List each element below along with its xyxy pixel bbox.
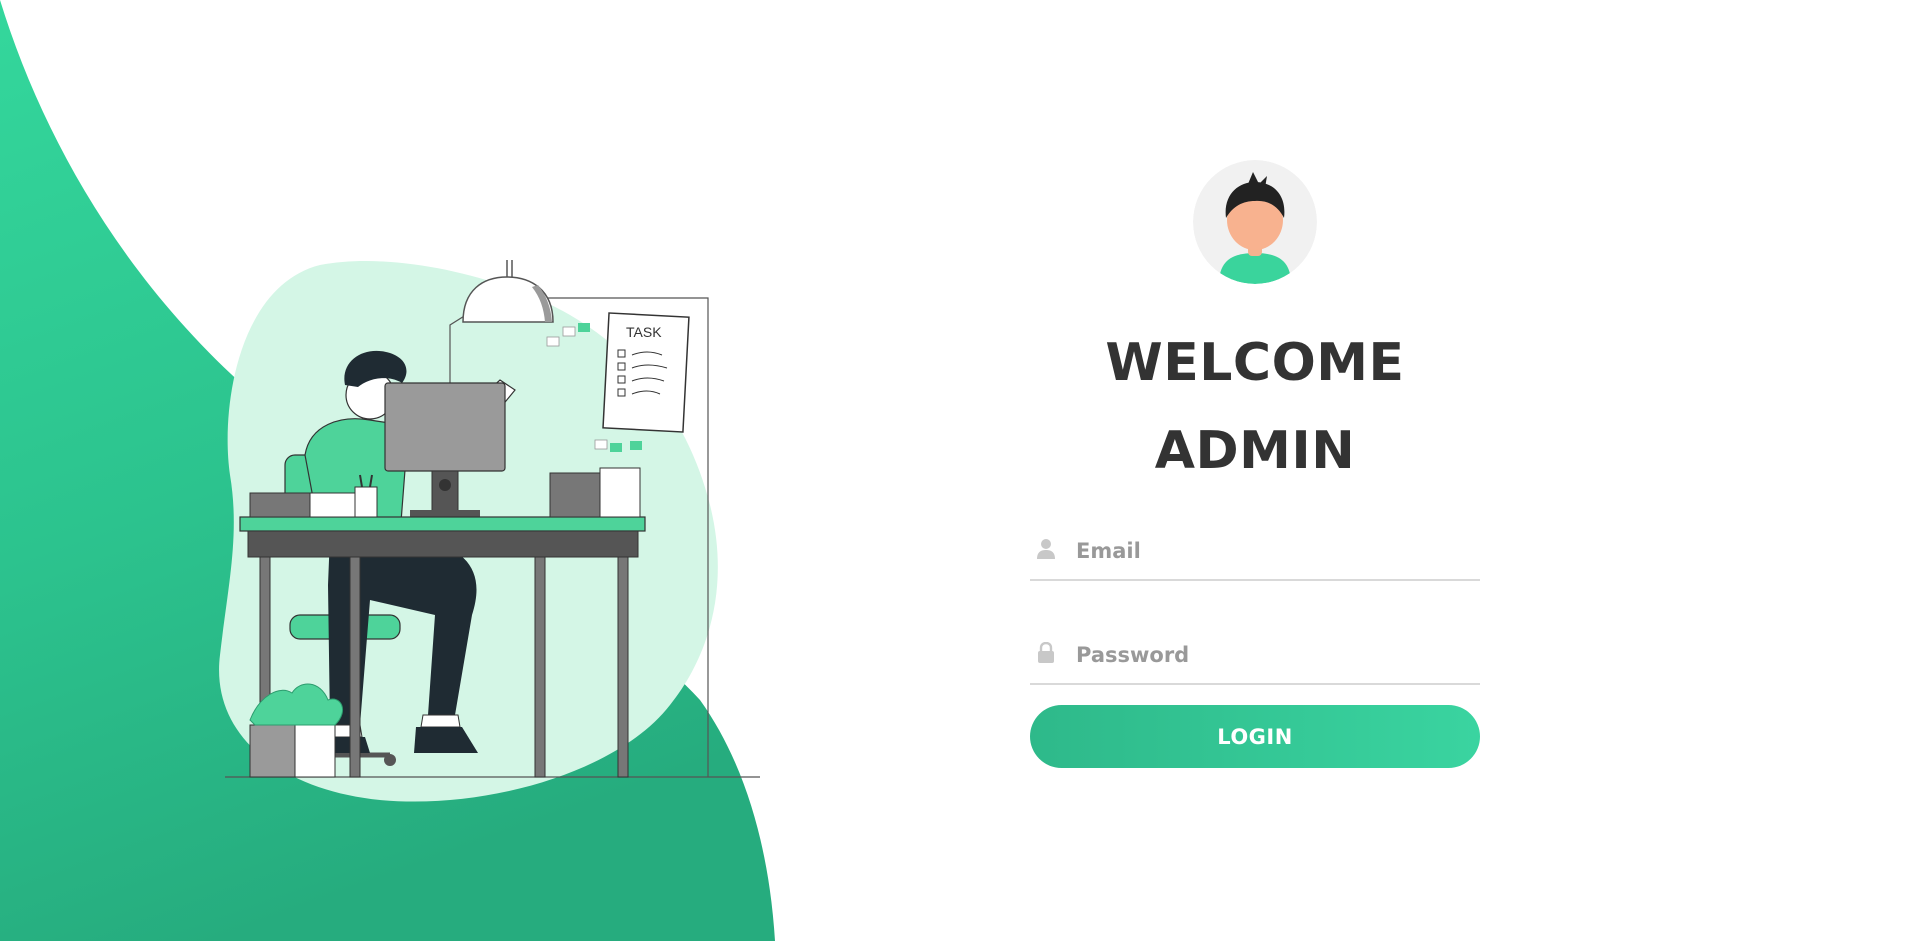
email-input[interactable]	[1074, 533, 1478, 569]
login-button[interactable]: LOGIN	[1030, 705, 1480, 768]
email-field-row	[1030, 529, 1480, 581]
password-input[interactable]	[1074, 637, 1478, 673]
person-at-desk-illustration: TASK	[219, 260, 760, 802]
user-avatar-icon	[1193, 160, 1317, 284]
task-board-title: TASK	[626, 324, 662, 340]
user-icon	[1037, 539, 1055, 559]
welcome-heading: WELCOME ADMIN	[1030, 319, 1480, 495]
login-page: TASK WELCOME ADMIN Email LOGIN	[0, 0, 1920, 941]
login-form: WELCOME ADMIN LOGIN	[1030, 160, 1480, 768]
welcome-line-2: ADMIN	[1154, 421, 1356, 481]
welcome-line-1: WELCOME	[1105, 333, 1405, 393]
lock-icon	[1038, 642, 1054, 663]
password-field-row	[1030, 633, 1480, 685]
